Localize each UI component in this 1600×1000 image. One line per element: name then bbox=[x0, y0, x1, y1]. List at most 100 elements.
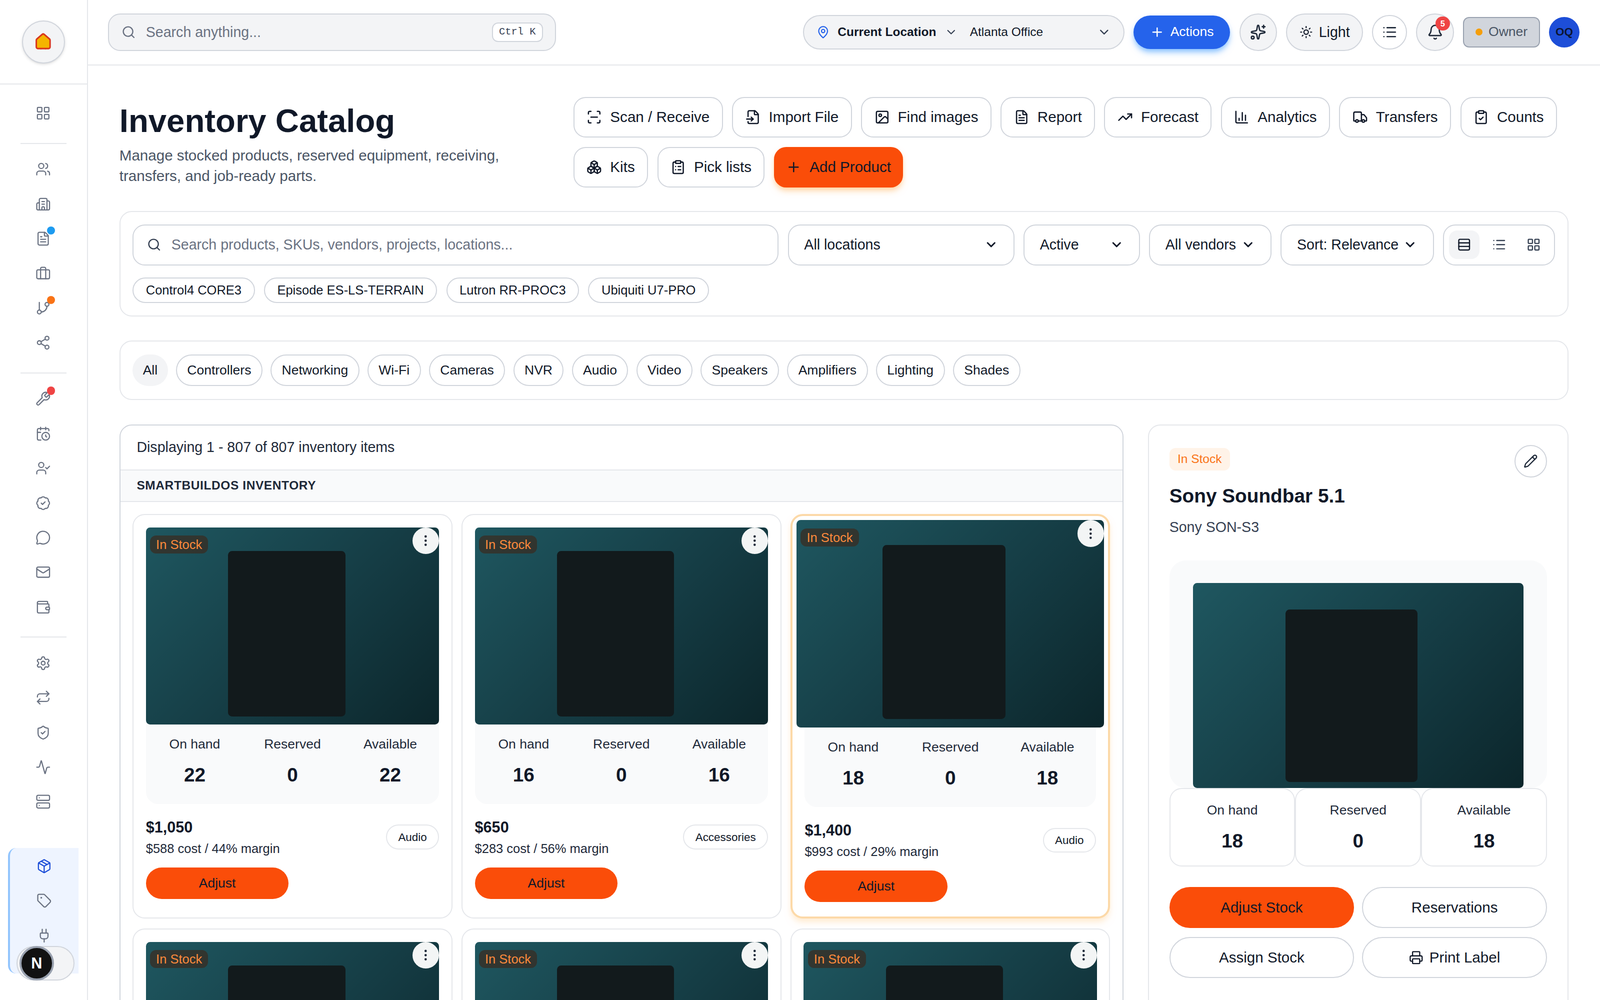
category-tab[interactable]: NVR bbox=[513, 354, 564, 386]
sidebar-item[interactable] bbox=[0, 96, 87, 131]
sidebar-item[interactable] bbox=[0, 715, 87, 750]
header-action-button[interactable]: Pick lists bbox=[657, 147, 765, 188]
category-tab[interactable]: Networking bbox=[270, 354, 359, 386]
sidebar-item[interactable] bbox=[0, 589, 87, 624]
header-action-button[interactable]: Find images bbox=[861, 97, 992, 138]
stat-box: Available18 bbox=[1421, 788, 1547, 867]
card-menu-button[interactable] bbox=[412, 942, 439, 969]
sidebar-item[interactable] bbox=[10, 883, 79, 918]
category-tab[interactable]: Cameras bbox=[429, 354, 505, 386]
card-menu-button[interactable] bbox=[412, 527, 439, 554]
header-action-button[interactable]: Kits bbox=[573, 147, 648, 188]
sidebar-item[interactable] bbox=[0, 221, 87, 256]
list-button[interactable] bbox=[1372, 15, 1407, 50]
sidebar-item[interactable] bbox=[0, 451, 87, 486]
sidebar-item[interactable] bbox=[0, 325, 87, 360]
detail-action-button[interactable]: Reservations bbox=[1362, 887, 1547, 928]
quick-filter-chip[interactable]: Lutron RR-PROC3 bbox=[446, 277, 580, 303]
product-photo bbox=[475, 527, 769, 725]
location-select[interactable]: Current LocationAtlanta Office bbox=[803, 15, 1125, 50]
theme-toggle[interactable]: Light bbox=[1286, 13, 1363, 52]
action-icon bbox=[670, 159, 686, 175]
category-tab[interactable]: Speakers bbox=[700, 354, 779, 386]
global-search[interactable]: Search anything...Ctrl K bbox=[108, 13, 556, 52]
filter-select[interactable]: All vendors bbox=[1149, 224, 1272, 266]
product-card[interactable]: In StockOn hand16Reserved0Available16$65… bbox=[461, 514, 781, 918]
quick-filter-chip[interactable]: Control4 CORE3 bbox=[132, 277, 255, 303]
card-menu-button[interactable] bbox=[1077, 520, 1104, 547]
category-tab[interactable]: Wi-Fi bbox=[367, 354, 421, 386]
sidebar-item[interactable] bbox=[0, 784, 87, 819]
sidebar-item[interactable] bbox=[0, 555, 87, 590]
sidebar-item[interactable] bbox=[0, 186, 87, 221]
header-action-button[interactable]: Import File bbox=[732, 97, 852, 138]
header-action-button[interactable]: Scan / Receive bbox=[573, 97, 723, 138]
view-mode-button[interactable] bbox=[1449, 230, 1480, 259]
card-menu-button[interactable] bbox=[741, 942, 768, 969]
header-action-button[interactable]: Transfers bbox=[1339, 97, 1451, 138]
sidebar-item[interactable] bbox=[0, 256, 87, 291]
notifications-button[interactable]: 5 bbox=[1416, 13, 1454, 52]
sidebar-item[interactable] bbox=[0, 750, 87, 785]
header-action-button[interactable]: Add Product bbox=[774, 147, 904, 188]
view-mode-button[interactable] bbox=[1518, 230, 1549, 259]
more-icon bbox=[1076, 948, 1091, 963]
filter-select[interactable]: Sort: Relevance bbox=[1280, 224, 1434, 266]
category-tag: Audio bbox=[1043, 828, 1096, 853]
nav-icon bbox=[35, 161, 51, 177]
nav-icon bbox=[35, 335, 51, 351]
edit-button[interactable] bbox=[1514, 445, 1547, 478]
product-search[interactable]: Search products, SKUs, vendors, projects… bbox=[132, 224, 779, 266]
header-action-button[interactable]: Analytics bbox=[1221, 97, 1330, 138]
product-card[interactable]: In Stock bbox=[132, 928, 452, 1000]
quick-filter-chip[interactable]: Episode ES-LS-TERRAIN bbox=[264, 277, 437, 303]
sidebar-item[interactable] bbox=[0, 381, 87, 416]
app-logo[interactable] bbox=[22, 20, 65, 64]
adjust-button[interactable]: Adjust bbox=[804, 870, 948, 902]
sidebar-item[interactable] bbox=[10, 849, 79, 884]
category-tab[interactable]: All bbox=[132, 354, 168, 386]
list-icon bbox=[1382, 24, 1398, 40]
pin-icon bbox=[816, 25, 830, 39]
ai-button[interactable] bbox=[1239, 13, 1278, 52]
status-badge: In Stock bbox=[800, 528, 859, 547]
filter-select[interactable]: Active bbox=[1023, 224, 1140, 266]
sidebar-item[interactable] bbox=[0, 680, 87, 715]
header-action-button[interactable]: Counts bbox=[1460, 97, 1558, 138]
adjust-button[interactable]: Adjust bbox=[475, 867, 618, 899]
product-card[interactable]: In Stock bbox=[461, 928, 781, 1000]
dev-indicator[interactable]: N bbox=[16, 946, 75, 981]
actions-button[interactable]: Actions bbox=[1133, 15, 1230, 49]
user-avatar[interactable]: OQ bbox=[1549, 17, 1580, 48]
product-card[interactable]: In Stock bbox=[790, 928, 1110, 1000]
role-badge: Owner bbox=[1463, 17, 1540, 48]
page-subtitle: Manage stocked products, reserved equipm… bbox=[119, 145, 528, 187]
detail-action-button[interactable]: Adjust Stock bbox=[1169, 887, 1354, 928]
sidebar-item[interactable] bbox=[0, 520, 87, 555]
sidebar-item[interactable] bbox=[0, 416, 87, 451]
sidebar-item[interactable] bbox=[0, 291, 87, 326]
header-action-button[interactable]: Forecast bbox=[1104, 97, 1212, 138]
category-tab[interactable]: Shades bbox=[953, 354, 1021, 386]
sidebar-item[interactable] bbox=[0, 485, 87, 520]
header-action-button[interactable]: Report bbox=[1000, 97, 1095, 138]
card-menu-button[interactable] bbox=[1070, 942, 1097, 969]
quick-filter-chip[interactable]: Ubiquiti U7-PRO bbox=[588, 277, 709, 303]
view-mode-button[interactable] bbox=[1483, 230, 1514, 259]
product-photo bbox=[1193, 583, 1524, 788]
adjust-button[interactable]: Adjust bbox=[146, 867, 289, 899]
product-card[interactable]: In StockOn hand18Reserved0Available18$1,… bbox=[790, 514, 1110, 918]
product-card[interactable]: In StockOn hand22Reserved0Available22$1,… bbox=[132, 514, 452, 918]
card-menu-button[interactable] bbox=[741, 527, 768, 554]
category-tab[interactable]: Audio bbox=[572, 354, 629, 386]
category-tab[interactable]: Video bbox=[636, 354, 693, 386]
sidebar-item[interactable] bbox=[0, 646, 87, 681]
filter-select[interactable]: All locations bbox=[788, 224, 1015, 266]
detail-action-button[interactable]: Print Label bbox=[1362, 937, 1547, 978]
category-tab[interactable]: Controllers bbox=[176, 354, 263, 386]
category-tab[interactable]: Lighting bbox=[876, 354, 945, 386]
detail-action-button[interactable]: Assign Stock bbox=[1169, 937, 1354, 978]
category-tab[interactable]: Amplifiers bbox=[787, 354, 868, 386]
sidebar-group bbox=[0, 646, 87, 820]
sidebar-item[interactable] bbox=[0, 152, 87, 187]
